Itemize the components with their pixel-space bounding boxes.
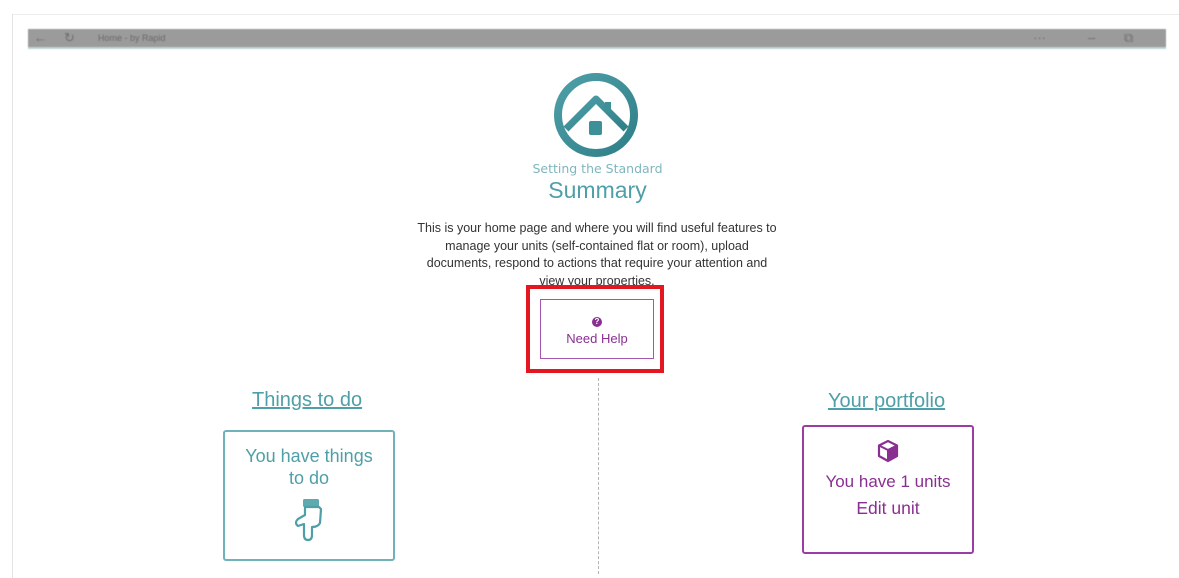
things-to-do-card[interactable]: You have things to do — [223, 430, 395, 561]
title-bar: ← ↻ Home - by Rapid ··· – ⧉ — [28, 29, 1166, 49]
intro-text: This is your home page and where you wil… — [417, 221, 777, 288]
cube-icon — [877, 439, 899, 463]
window-edge-left — [12, 14, 13, 578]
section-divider — [598, 378, 599, 574]
window-edge-top — [12, 14, 1179, 15]
things-to-do-link[interactable]: Things to do — [252, 389, 362, 412]
brand-tagline: Setting the Standard — [532, 161, 663, 176]
more-options-icon[interactable]: ··· — [1033, 30, 1046, 46]
back-arrow-icon[interactable]: ← — [34, 30, 47, 46]
need-help-button[interactable]: ? Need Help — [540, 299, 654, 359]
need-help-label: Need Help — [566, 331, 628, 346]
pointing-hand-icon — [294, 499, 323, 542]
unit-count-text: You have 1 units — [825, 472, 951, 491]
question-circle-icon: ? — [592, 317, 602, 327]
house-logo-icon — [554, 73, 638, 157]
window-title: Home - by Rapid — [98, 33, 166, 43]
minimize-icon[interactable]: – — [1088, 30, 1095, 46]
page-title: Summary — [548, 177, 647, 203]
restore-icon[interactable]: ⧉ — [1124, 30, 1133, 46]
refresh-icon[interactable]: ↻ — [64, 30, 75, 46]
edit-unit-link[interactable]: Edit unit — [804, 497, 972, 519]
your-portfolio-link[interactable]: Your portfolio — [828, 390, 945, 413]
portfolio-card[interactable]: You have 1 units Edit unit — [802, 425, 974, 554]
things-to-do-text: You have things to do — [245, 446, 373, 488]
